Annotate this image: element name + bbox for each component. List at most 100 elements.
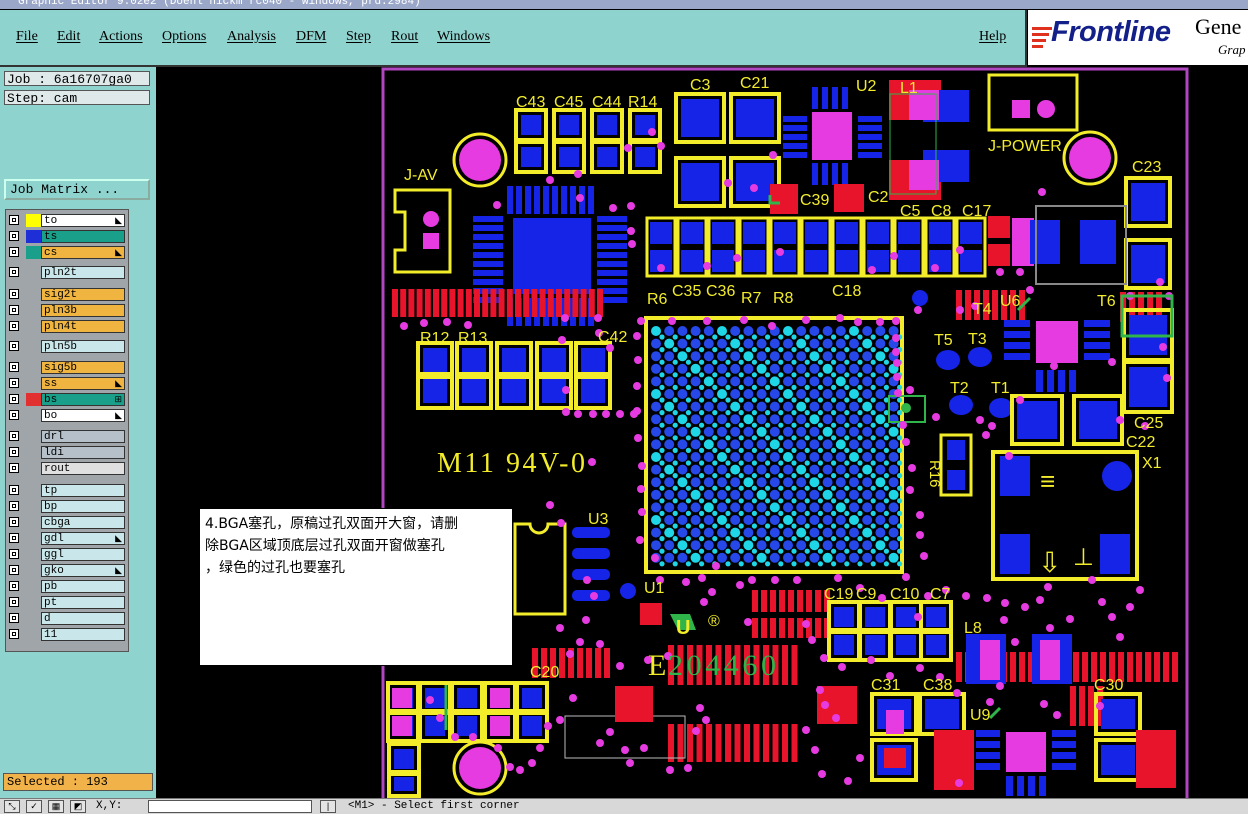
layer-checkbox[interactable] [9,362,19,372]
layer-checkbox[interactable] [9,231,19,241]
layer-name[interactable]: gko ◣ [41,564,125,577]
layer-row-gko[interactable]: gko ◣ [9,564,125,578]
layer-row-tp[interactable]: tp [9,484,125,498]
layer-name[interactable]: tp [41,484,125,497]
bga-ball [664,363,675,374]
layer-checkbox[interactable] [9,431,19,441]
layer-name[interactable]: drl [41,430,125,443]
layer-name[interactable]: ss ◣ [41,377,125,390]
layer-name[interactable]: pln2t [41,266,125,279]
menu-dfm[interactable]: DFM [296,29,326,45]
layer-row-to[interactable]: to ◣ [9,214,125,228]
layer-row-sig2t[interactable]: sig2t [9,288,125,302]
layer-name[interactable]: pln5b [41,340,125,353]
layer-row-pln2t[interactable]: pln2t [9,266,125,280]
layer-name[interactable]: to ◣ [41,214,125,227]
layer-name[interactable]: pln3b [41,304,125,317]
layer-name[interactable]: pb [41,580,125,593]
layer-row-ts[interactable]: ts [9,230,125,244]
grid-icon[interactable]: ▦ [48,800,64,813]
job-matrix-button[interactable]: Job Matrix ... [4,179,150,200]
layer-name[interactable]: pln4t [41,320,125,333]
menu-options[interactable]: Options [162,29,206,45]
layer-checkbox[interactable] [9,447,19,457]
snap-icon[interactable]: ◩ [70,800,86,813]
layer-checkbox[interactable] [9,549,19,559]
layer-checkbox[interactable] [9,410,19,420]
layer-checkbox[interactable] [9,597,19,607]
layer-name[interactable]: d [41,612,125,625]
layer-name[interactable]: cbga [41,516,125,529]
layer-row-bp[interactable]: bp [9,500,125,514]
layer-row-pln5b[interactable]: pln5b [9,340,125,354]
menu-step[interactable]: Step [346,29,371,45]
layer-checkbox[interactable] [9,565,19,575]
pcb-canvas[interactable]: ≡ ⇩ ⊥ U ® C43 C45 C44 R14 C3 C21 U2 L1 J-POWER J-AV C2… [157,67,1248,798]
menu-windows[interactable]: Windows [437,29,490,45]
layer-name[interactable]: ggl [41,548,125,561]
layer-name[interactable]: sig2t [41,288,125,301]
check-icon[interactable]: ✓ [26,800,42,813]
layer-row-pln4t[interactable]: pln4t [9,320,125,334]
bga-ball [769,489,780,500]
layer-checkbox[interactable] [9,378,19,388]
layer-checkbox[interactable] [9,463,19,473]
layer-row-pt[interactable]: pt [9,596,125,610]
ref-label-c23: C23 [1132,159,1161,176]
bga-ball [703,489,714,500]
layer-checkbox[interactable] [9,533,19,543]
layer-name[interactable]: gdl ◣ [41,532,125,545]
layer-checkbox[interactable] [9,289,19,299]
layer-row-cbga[interactable]: cbga [9,516,125,530]
bga-via [857,334,863,340]
layer-row-drl[interactable]: drl [9,430,125,444]
layer-checkbox[interactable] [9,394,19,404]
bga-via [672,359,678,365]
bga-via [659,536,665,542]
layer-checkbox[interactable] [9,517,19,527]
menu-file[interactable]: File [16,29,38,45]
layer-name[interactable]: sig5b [41,361,125,374]
layer-row-cs[interactable]: cs ◣ [9,246,125,260]
menu-rout[interactable]: Rout [391,29,418,45]
layer-name[interactable]: bo ◣ [41,409,125,422]
layer-row-bs[interactable]: bs ⊞ [9,393,125,407]
layer-name[interactable]: 11 [41,628,125,641]
layer-row-d[interactable]: d [9,612,125,626]
menu-analysis[interactable]: Analysis [227,29,276,45]
layer-row-ldi[interactable]: ldi [9,446,125,460]
layer-name[interactable]: pt [41,596,125,609]
layer-row-ss[interactable]: ss ◣ [9,377,125,391]
layer-name[interactable]: bs ⊞ [41,393,125,406]
layer-checkbox[interactable] [9,215,19,225]
layer-checkbox[interactable] [9,267,19,277]
layer-checkbox[interactable] [9,581,19,591]
layer-name[interactable]: cs ◣ [41,246,125,259]
layer-checkbox[interactable] [9,613,19,623]
layer-row-rout[interactable]: rout [9,462,125,476]
coord-field[interactable] [148,800,312,813]
layer-checkbox[interactable] [9,501,19,511]
layer-row-pb[interactable]: pb [9,580,125,594]
zoom-icon[interactable]: ⤡ [4,800,20,813]
layer-name[interactable]: ts [41,230,125,243]
layer-name[interactable]: ldi [41,446,125,459]
layer-checkbox[interactable] [9,629,19,639]
layer-checkbox[interactable] [9,305,19,315]
layer-name[interactable]: bp [41,500,125,513]
layer-row-11[interactable]: 11 [9,628,125,642]
menu-edit[interactable]: Edit [57,29,80,45]
layer-checkbox[interactable] [9,321,19,331]
layer-row-pln3b[interactable]: pln3b [9,304,125,318]
layer-checkbox[interactable] [9,341,19,351]
layer-name[interactable]: rout [41,462,125,475]
layer-row-sig5b[interactable]: sig5b [9,361,125,375]
layer-checkbox[interactable] [9,247,19,257]
mode-icon[interactable]: | [320,800,336,813]
layer-row-gdl[interactable]: gdl ◣ [9,532,125,546]
menu-help[interactable]: Help [979,29,1006,45]
layer-row-bo[interactable]: bo ◣ [9,409,125,423]
layer-checkbox[interactable] [9,485,19,495]
menu-actions[interactable]: Actions [99,29,143,45]
layer-row-ggl[interactable]: ggl [9,548,125,562]
